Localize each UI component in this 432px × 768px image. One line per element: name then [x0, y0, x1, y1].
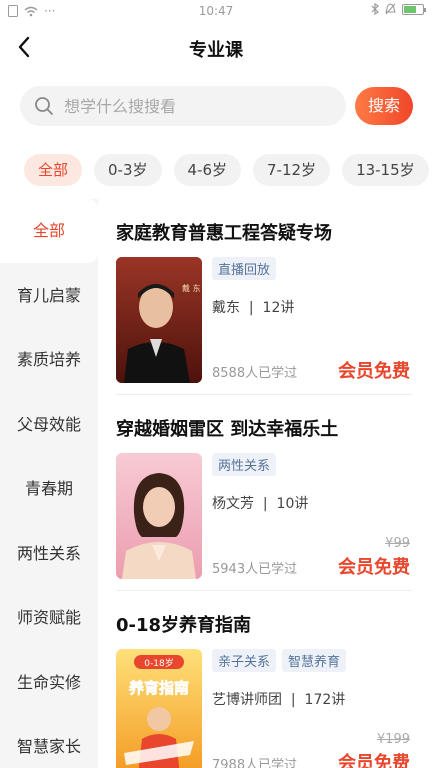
age-filter-tabs: 全部 0-3岁 4-6岁 7-12岁 13-15岁: [24, 154, 429, 186]
course-meta: 杨文芳 | 10讲: [212, 496, 309, 512]
learner-count: 5943人已学过: [212, 562, 298, 577]
bluetooth-icon: [371, 3, 379, 15]
course-thumbnail: [116, 453, 202, 579]
thumb-name-text: 戴 东: [182, 283, 201, 293]
sidebar-item[interactable]: 青春期: [0, 457, 98, 521]
course-meta: 戴东 | 12讲: [212, 300, 295, 316]
course-title: 0-18岁养育指南: [116, 615, 252, 636]
teacher-photo: [116, 453, 202, 579]
age-tab[interactable]: 全部: [24, 154, 83, 186]
search-input[interactable]: [64, 86, 334, 126]
course-tag: 直播回放: [212, 257, 277, 280]
divider: [116, 394, 412, 395]
original-price: ¥99: [385, 536, 410, 551]
course-title: 家庭教育普惠工程答疑专场: [116, 223, 332, 244]
course-tag: 亲子关系: [212, 649, 277, 672]
vip-free-label: 会员免费: [338, 753, 410, 768]
status-time: 10:47: [198, 4, 234, 18]
lesson-count: 10讲: [276, 496, 309, 512]
course-meta: 艺博讲师团 | 172讲: [212, 692, 346, 708]
status-right-icons: [371, 3, 426, 15]
sidebar-item[interactable]: 智慧家长: [0, 715, 98, 768]
course-card[interactable]: 家庭教育普惠工程答疑专场 戴 东 直播回放 戴东 | 12讲 8588人已学过 …: [116, 219, 412, 389]
course-cover-art: 0-18岁 养育指南: [116, 649, 202, 768]
vip-free-label: 会员免费: [338, 361, 410, 382]
lesson-count: 172讲: [304, 692, 346, 708]
search-box[interactable]: [20, 86, 346, 126]
age-tab[interactable]: 4-6岁: [173, 154, 242, 186]
sidebar-item[interactable]: 全部: [0, 199, 98, 263]
search-row: 搜索: [20, 86, 416, 126]
age-tab[interactable]: 13-15岁: [342, 154, 429, 186]
mute-icon: [385, 3, 396, 15]
age-tab[interactable]: 0-3岁: [94, 154, 162, 186]
teacher-name: 杨文芳: [212, 496, 254, 512]
course-tag: 智慧养育: [282, 649, 347, 672]
course-thumbnail: 戴 东: [116, 257, 202, 383]
teacher-name: 戴东: [212, 300, 240, 316]
status-bar: ··· 10:47: [0, 0, 432, 22]
cover-badge-text: 0-18岁: [144, 657, 173, 669]
course-tags: 亲子关系 智慧养育: [212, 649, 412, 672]
course-tag: 两性关系: [212, 453, 277, 476]
course-title: 穿越婚姻雷区 到达幸福乐土: [116, 419, 339, 440]
vip-free-label: 会员免费: [338, 557, 410, 578]
category-sidebar: 全部 育儿启蒙 素质培养 父母效能 青春期 两性关系 师资赋能 生命实修 智慧家长: [0, 199, 98, 768]
learner-count: 8588人已学过: [212, 366, 298, 381]
teacher-name: 艺博讲师团: [212, 692, 282, 708]
nav-bar: 专业课: [0, 22, 432, 74]
lesson-count: 12讲: [262, 300, 295, 316]
course-tags: 两性关系: [212, 453, 412, 476]
course-tags: 直播回放: [212, 257, 412, 280]
sidebar-item[interactable]: 生命实修: [0, 651, 98, 715]
learner-count: 7988人已学过: [212, 758, 298, 768]
sidebar-item[interactable]: 育儿启蒙: [0, 264, 98, 328]
age-tab[interactable]: 7-12岁: [253, 154, 331, 186]
search-icon: [35, 97, 53, 115]
teacher-photo: 戴 东: [116, 257, 202, 383]
sidebar-item[interactable]: 素质培养: [0, 328, 98, 392]
course-card[interactable]: 0-18岁养育指南 0-18岁 养育指南 亲子关系 智慧养育 艺博讲师团 | 1…: [116, 611, 412, 768]
sidebar-item[interactable]: 师资赋能: [0, 586, 98, 650]
sidebar-item[interactable]: 父母效能: [0, 393, 98, 457]
sidebar-item[interactable]: 两性关系: [0, 522, 98, 586]
original-price: ¥199: [376, 732, 410, 747]
course-info: 亲子关系 智慧养育 艺博讲师团 | 172讲 7988人已学过 ¥199 会员免…: [212, 649, 412, 768]
course-thumbnail: 0-18岁 养育指南: [116, 649, 202, 768]
course-card[interactable]: 穿越婚姻雷区 到达幸福乐土 两性关系 杨文芳 | 10讲 5943人已学过 ¥9…: [116, 415, 412, 585]
page-title: 专业课: [189, 40, 243, 61]
battery-icon: [402, 3, 426, 15]
search-button[interactable]: 搜索: [355, 87, 413, 125]
divider: [116, 590, 412, 591]
cover-title-text: 养育指南: [128, 679, 189, 697]
course-info: 直播回放 戴东 | 12讲 8588人已学过 会员免费: [212, 257, 412, 383]
course-info: 两性关系 杨文芳 | 10讲 5943人已学过 ¥99 会员免费: [212, 453, 412, 579]
battery-fill: [404, 5, 416, 13]
